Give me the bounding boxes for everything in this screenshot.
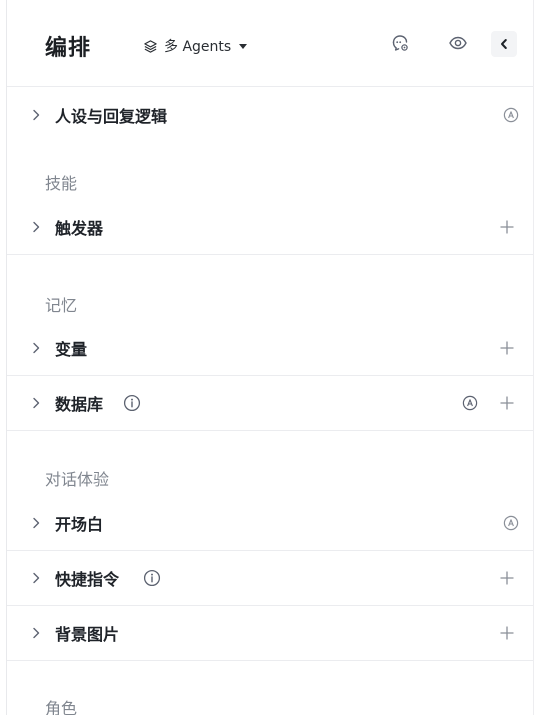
chevron-right-icon	[33, 221, 40, 233]
orchestration-panel: 编排 多 Agents 人设与回复逻辑 技能 触发器 记忆 变量 数据库 对话体…	[6, 0, 534, 715]
variables-row[interactable]: 变量	[7, 321, 533, 376]
debug-settings-button[interactable]	[389, 34, 411, 56]
chevron-right-icon	[33, 342, 40, 354]
add-background-plus-icon[interactable]	[499, 625, 515, 641]
database-label: 数据库	[55, 395, 104, 414]
add-variable-plus-icon[interactable]	[499, 340, 515, 356]
info-icon[interactable]	[123, 394, 141, 412]
caret-down-icon	[239, 43, 248, 49]
variables-label: 变量	[55, 340, 88, 359]
background-image-label: 背景图片	[55, 625, 120, 644]
auto-mode-icon[interactable]	[503, 515, 519, 531]
opening-row[interactable]: 开场白	[7, 496, 533, 551]
auto-mode-icon[interactable]	[462, 395, 478, 411]
add-database-plus-icon[interactable]	[499, 395, 515, 411]
shortcuts-label: 快捷指令	[55, 570, 120, 589]
agent-mode-label: 多 Agents	[164, 39, 232, 55]
chevron-right-icon	[33, 627, 40, 639]
background-image-row[interactable]: 背景图片	[7, 606, 533, 661]
shortcuts-row[interactable]: 快捷指令	[7, 551, 533, 606]
persona-row[interactable]: 人设与回复逻辑	[7, 88, 533, 142]
layers-icon	[143, 39, 158, 54]
agent-mode-dropdown[interactable]: 多 Agents	[143, 35, 248, 57]
chat-settings-icon	[390, 33, 410, 57]
persona-label: 人设与回复逻辑	[55, 107, 168, 126]
role-heading: 角色	[45, 699, 78, 715]
panel-header: 编排 多 Agents	[7, 0, 533, 87]
trigger-label: 触发器	[55, 219, 104, 238]
auto-mode-icon[interactable]	[503, 107, 519, 123]
chevron-right-icon	[33, 109, 40, 121]
preview-button[interactable]	[447, 34, 469, 56]
eye-icon	[448, 33, 468, 57]
skills-heading: 技能	[45, 174, 78, 193]
dialog-experience-heading: 对话体验	[45, 470, 110, 489]
chevron-right-icon	[33, 397, 40, 409]
chevron-left-icon	[498, 35, 510, 54]
collapse-panel-button[interactable]	[491, 31, 517, 57]
add-trigger-plus-icon[interactable]	[499, 219, 515, 235]
chevron-right-icon	[33, 572, 40, 584]
add-shortcut-plus-icon[interactable]	[499, 570, 515, 586]
info-icon[interactable]	[143, 569, 161, 587]
memory-heading: 记忆	[45, 296, 78, 315]
opening-label: 开场白	[55, 515, 104, 534]
panel-title: 编排	[45, 36, 92, 61]
trigger-row[interactable]: 触发器	[7, 200, 533, 255]
chevron-right-icon	[33, 517, 40, 529]
database-row[interactable]: 数据库	[7, 376, 533, 431]
